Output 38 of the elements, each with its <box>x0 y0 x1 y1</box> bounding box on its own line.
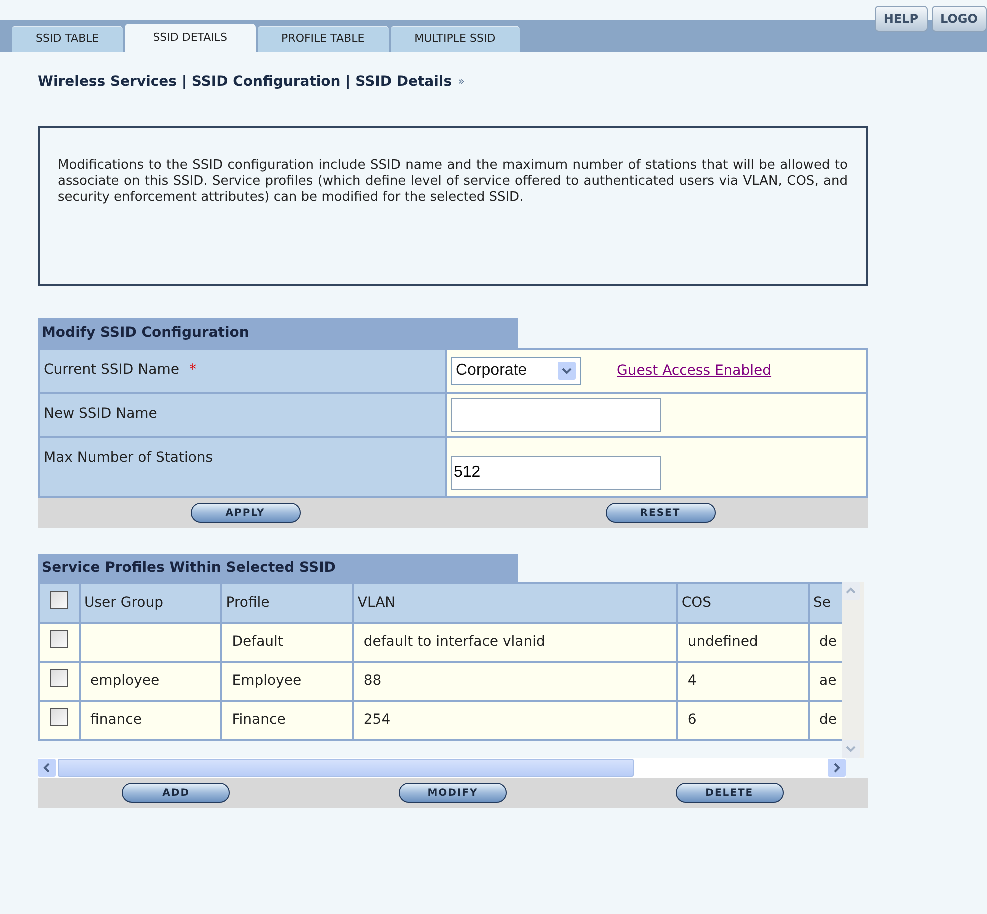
breadcrumb-arrow: » <box>458 74 465 90</box>
horizontal-scrollbar[interactable] <box>38 758 846 778</box>
checkbox[interactable] <box>50 669 68 687</box>
table-cell: 254 <box>352 701 677 740</box>
required-mark: * <box>189 361 196 380</box>
header-button[interactable]: HELP <box>874 6 928 32</box>
tab[interactable]: MULTIPLE SSID <box>390 26 520 52</box>
guest-access-link[interactable]: Guest Access Enabled <box>617 360 772 382</box>
action-button[interactable]: MODIFY <box>398 783 507 803</box>
section-header: Service Profiles Within Selected SSID <box>38 554 518 582</box>
checkbox[interactable] <box>50 630 68 648</box>
action-button[interactable]: APPLY <box>190 503 300 523</box>
column-header: VLAN <box>352 583 677 623</box>
action-button[interactable]: ADD <box>122 783 230 803</box>
header-button[interactable]: LOGO <box>932 6 987 32</box>
scroll-left-icon[interactable] <box>38 759 56 777</box>
field-label: Current SSID Name <box>44 361 180 380</box>
section-header: Modify SSID Configuration <box>38 318 518 348</box>
action-button[interactable]: RESET <box>606 503 716 523</box>
text-field[interactable]: 512 <box>451 456 661 490</box>
ssid-select[interactable]: Corporate <box>451 357 581 385</box>
text-field[interactable] <box>451 398 661 432</box>
table-cell: Finance <box>221 701 353 740</box>
description-text: Modifications to the SSID configuration include SSID name and the maximum number of stations that will be allowed to associate on this SSID. Service profiles (which define level of service offered to authenticated users via VLAN, COS, and security enforcement attributes) can be modified for the selected SSID. <box>58 158 848 206</box>
tab[interactable]: SSID TABLE <box>12 26 124 52</box>
action-button[interactable]: DELETE <box>676 783 784 803</box>
select-value: Corporate <box>456 361 528 381</box>
checkbox[interactable] <box>50 708 68 726</box>
field-label: New SSID Name <box>44 405 158 424</box>
table-cell: finance <box>80 701 222 740</box>
scroll-thumb[interactable] <box>58 759 634 777</box>
scroll-right-icon[interactable] <box>828 759 846 777</box>
tab[interactable]: PROFILE TABLE <box>258 26 389 52</box>
table-cell: 6 <box>676 701 808 740</box>
checkbox[interactable] <box>50 590 68 608</box>
tab[interactable]: SSID DETAILS <box>125 24 256 52</box>
field-label: Max Number of Stations <box>44 449 214 468</box>
breadcrumb: Wireless Services | SSID Configuration | SSID Details <box>38 72 452 92</box>
